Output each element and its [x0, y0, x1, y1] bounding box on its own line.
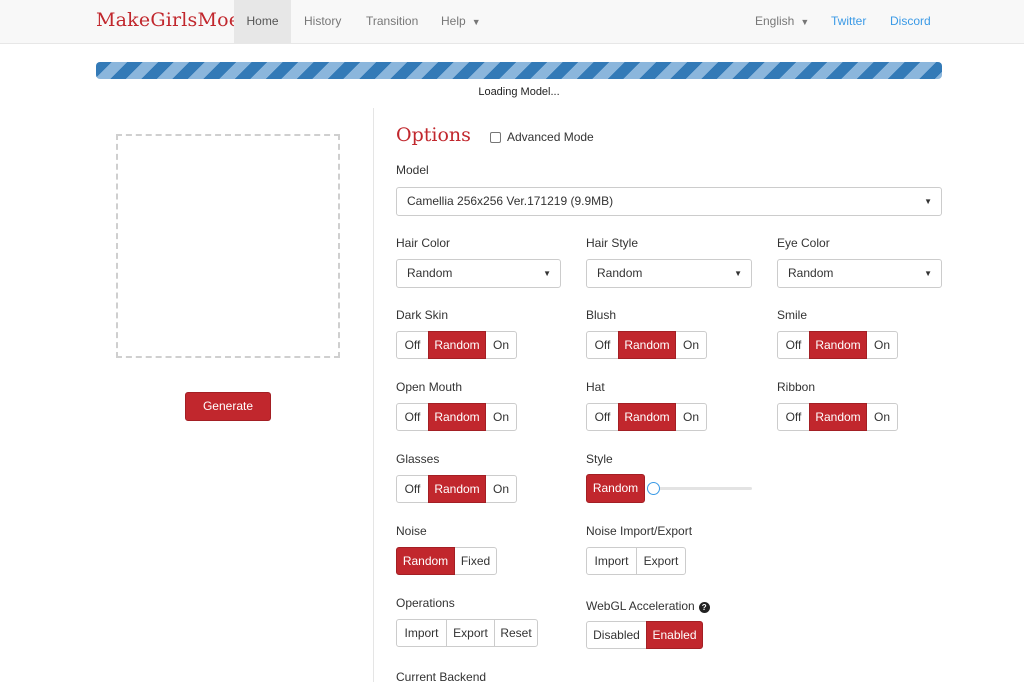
caret-down-icon: ▼ [800, 17, 810, 27]
nav-transition[interactable]: Transition [366, 0, 418, 43]
blush-label: Blush [586, 308, 617, 322]
loading-status-text: Loading Model... [478, 86, 560, 98]
hat-random-button[interactable]: Random [618, 403, 676, 431]
smile-label: Smile [777, 308, 808, 322]
options-title: Options [396, 124, 471, 146]
current-backend-label: Current Backend [396, 670, 487, 682]
ribbon-label: Ribbon [777, 380, 816, 394]
ribbon-off-button[interactable]: Off [777, 403, 810, 431]
nav-help-label: Help [441, 14, 466, 28]
hair-color-select[interactable]: Random ▼ [396, 259, 561, 288]
ribbon-toggle: Off Random On [777, 403, 898, 431]
twitter-link[interactable]: Twitter [831, 0, 866, 43]
glasses-off-button[interactable]: Off [396, 475, 429, 503]
noise-label: Noise [396, 524, 427, 538]
eye-color-value: Random [788, 266, 834, 280]
nav-help-dropdown[interactable]: Help ▼ [441, 0, 481, 43]
noise-export-button[interactable]: Export [636, 547, 686, 575]
hair-style-select[interactable]: Random ▼ [586, 259, 752, 288]
blush-random-button[interactable]: Random [618, 331, 676, 359]
dark-skin-label: Dark Skin [396, 308, 449, 322]
blush-on-button[interactable]: On [675, 331, 707, 359]
brand-logo[interactable]: MakeGirlsMoe [96, 9, 240, 31]
ribbon-on-button[interactable]: On [866, 403, 898, 431]
caret-down-icon: ▼ [471, 17, 481, 27]
eye-color-select[interactable]: Random ▼ [777, 259, 942, 288]
dark-skin-on-button[interactable]: On [485, 331, 517, 359]
blush-off-button[interactable]: Off [586, 331, 619, 359]
webgl-disabled-button[interactable]: Disabled [586, 621, 647, 649]
hair-style-label: Hair Style [586, 236, 639, 250]
noise-io-group: Import Export [586, 547, 686, 575]
caret-down-icon: ▼ [924, 197, 932, 206]
nav-history[interactable]: History [304, 0, 341, 43]
style-slider-track[interactable] [650, 487, 752, 490]
noise-random-button[interactable]: Random [396, 547, 455, 575]
noise-toggle: Random Fixed [396, 547, 497, 575]
navbar: MakeGirlsMoe Home History Transition Hel… [0, 0, 1024, 44]
operations-label: Operations [396, 596, 455, 610]
operations-export-button[interactable]: Export [446, 619, 495, 647]
open-mouth-on-button[interactable]: On [485, 403, 517, 431]
style-random-button[interactable]: Random [586, 474, 645, 503]
model-select[interactable]: Camellia 256x256 Ver.171219 (9.9MB) ▼ [396, 187, 942, 216]
smile-off-button[interactable]: Off [777, 331, 810, 359]
smile-on-button[interactable]: On [866, 331, 898, 359]
noise-import-button[interactable]: Import [586, 547, 637, 575]
operations-group: Import Export Reset [396, 619, 538, 647]
caret-down-icon: ▼ [734, 269, 742, 278]
dark-skin-off-button[interactable]: Off [396, 331, 429, 359]
open-mouth-random-button[interactable]: Random [428, 403, 486, 431]
webgl-label-row: WebGL Acceleration? [586, 599, 710, 613]
webgl-toggle: Disabled Enabled [586, 621, 703, 649]
advanced-mode-label: Advanced Mode [507, 130, 594, 144]
style-label: Style [586, 452, 613, 466]
advanced-mode-toggle[interactable]: Advanced Mode [490, 130, 594, 144]
noise-fixed-button[interactable]: Fixed [454, 547, 497, 575]
operations-reset-button[interactable]: Reset [494, 619, 538, 647]
smile-random-button[interactable]: Random [809, 331, 867, 359]
caret-down-icon: ▼ [543, 269, 551, 278]
hat-label: Hat [586, 380, 605, 394]
webgl-label: WebGL Acceleration [586, 599, 695, 613]
glasses-label: Glasses [396, 452, 440, 466]
model-select-value: Camellia 256x256 Ver.171219 (9.9MB) [407, 194, 614, 208]
generated-image-placeholder [116, 134, 340, 358]
hair-color-label: Hair Color [396, 236, 451, 250]
noise-io-label: Noise Import/Export [586, 524, 693, 538]
webgl-enabled-button[interactable]: Enabled [646, 621, 703, 649]
loading-progress-bar [96, 62, 942, 79]
column-divider [373, 108, 374, 682]
glasses-on-button[interactable]: On [485, 475, 517, 503]
blush-toggle: Off Random On [586, 331, 707, 359]
language-label: English [755, 14, 795, 28]
language-dropdown[interactable]: English ▼ [755, 0, 809, 43]
help-icon[interactable]: ? [698, 602, 710, 613]
ribbon-random-button[interactable]: Random [809, 403, 867, 431]
glasses-toggle: Off Random On [396, 475, 517, 503]
style-slider-thumb[interactable] [647, 482, 660, 495]
model-label: Model [396, 163, 429, 177]
open-mouth-toggle: Off Random On [396, 403, 517, 431]
eye-color-label: Eye Color [777, 236, 830, 250]
glasses-random-button[interactable]: Random [428, 475, 486, 503]
discord-link[interactable]: Discord [890, 0, 931, 43]
open-mouth-off-button[interactable]: Off [396, 403, 429, 431]
hair-style-value: Random [597, 266, 643, 280]
dark-skin-random-button[interactable]: Random [428, 331, 486, 359]
hat-off-button[interactable]: Off [586, 403, 619, 431]
hat-toggle: Off Random On [586, 403, 707, 431]
advanced-mode-checkbox[interactable] [490, 131, 501, 143]
open-mouth-label: Open Mouth [396, 380, 463, 394]
caret-down-icon: ▼ [924, 269, 932, 278]
dark-skin-toggle: Off Random On [396, 331, 517, 359]
smile-toggle: Off Random On [777, 331, 898, 359]
generate-button[interactable]: Generate [185, 392, 271, 421]
hat-on-button[interactable]: On [675, 403, 707, 431]
progress-fill [96, 62, 942, 79]
nav-home[interactable]: Home [234, 0, 291, 43]
hair-color-value: Random [407, 266, 453, 280]
operations-import-button[interactable]: Import [396, 619, 447, 647]
